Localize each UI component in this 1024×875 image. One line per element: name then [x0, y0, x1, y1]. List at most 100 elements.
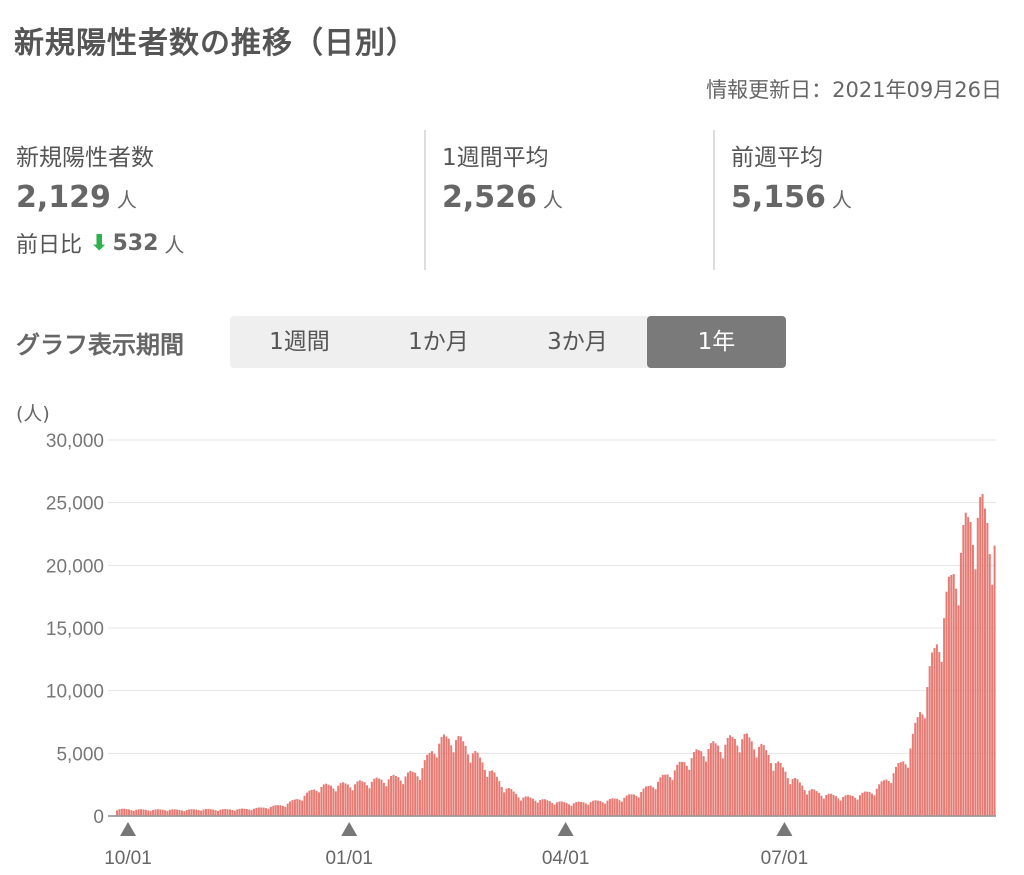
bar — [856, 799, 859, 816]
bar — [250, 810, 253, 816]
bar — [527, 796, 530, 816]
x-tick-label: 07/01 — [761, 848, 809, 869]
bar — [515, 793, 518, 816]
diff-label: 前日比 — [16, 233, 83, 258]
bar — [140, 809, 143, 816]
bar — [866, 791, 869, 816]
stat-previous-week-average: 前週平均 5,156 人 — [713, 130, 1021, 270]
bar — [565, 802, 568, 816]
bar — [676, 764, 679, 816]
bar — [558, 801, 561, 816]
bar — [644, 786, 647, 816]
bar — [878, 784, 881, 816]
bar — [616, 798, 619, 816]
bar — [161, 809, 164, 816]
bar — [505, 788, 508, 816]
tab-1-month[interactable]: 1か月 — [369, 316, 508, 368]
bar — [224, 808, 227, 816]
bar — [863, 791, 866, 816]
bar — [858, 795, 861, 816]
bar — [596, 800, 599, 816]
update-date: 情報更新日：2021年09月26日 — [706, 78, 1002, 102]
bar — [243, 808, 246, 816]
y-tick-label: 5,000 — [56, 744, 104, 765]
bar — [219, 809, 222, 816]
bar — [510, 789, 513, 816]
bar — [291, 800, 294, 816]
range-tabs: 1週間 1か月 3か月 1年 — [230, 316, 786, 368]
tab-3-months[interactable]: 3か月 — [508, 316, 647, 368]
bar — [517, 797, 520, 816]
bar — [382, 782, 385, 816]
bar — [378, 778, 381, 816]
bar — [697, 750, 700, 816]
y-axis-unit-label: (人) — [16, 403, 50, 425]
bar — [784, 771, 787, 816]
bar — [531, 798, 534, 816]
x-tick-marker-icon — [557, 822, 574, 836]
bar — [695, 749, 698, 816]
bar — [231, 810, 234, 816]
bar — [457, 735, 460, 816]
bar — [212, 809, 215, 816]
bar — [587, 804, 590, 816]
bar — [406, 772, 409, 816]
bar — [178, 809, 181, 816]
bar — [981, 493, 984, 816]
bar — [265, 808, 268, 816]
bar — [522, 797, 525, 816]
bar — [192, 809, 195, 816]
bar — [207, 808, 210, 816]
bar — [450, 745, 453, 816]
x-tick-label: 10/01 — [104, 848, 152, 869]
bar — [705, 761, 708, 816]
bar — [315, 790, 318, 816]
bar — [882, 780, 885, 816]
bar — [709, 743, 712, 816]
bar — [851, 795, 854, 816]
bar — [919, 712, 922, 816]
bar — [147, 810, 150, 816]
bar — [837, 798, 840, 816]
bar — [681, 761, 684, 816]
bar — [825, 795, 828, 816]
bar — [503, 792, 506, 816]
bar — [418, 780, 421, 816]
daily-cases-chart: (人) 0 5,000 10,000 15,000 20,000 25,000 30,000 1… — [16, 403, 996, 869]
bar — [411, 771, 414, 816]
bar — [620, 801, 623, 816]
bar — [760, 743, 763, 816]
bar — [462, 741, 465, 816]
bar — [890, 783, 893, 816]
stat-label: 前週平均 — [731, 145, 823, 171]
bar — [827, 793, 830, 816]
bar — [748, 737, 751, 816]
bar — [185, 810, 188, 816]
bar — [123, 808, 126, 816]
bar — [849, 795, 852, 816]
bar — [534, 800, 537, 816]
bar — [750, 741, 753, 816]
bar — [397, 777, 400, 816]
bar — [358, 780, 361, 816]
bar — [935, 644, 938, 816]
bar — [188, 809, 191, 816]
bar — [669, 777, 672, 816]
bar — [556, 802, 558, 816]
tab-1-year[interactable]: 1年 — [647, 316, 786, 368]
x-tick-label: 04/01 — [542, 848, 590, 869]
bar — [736, 745, 739, 816]
stat-label: 新規陽性者数 — [16, 145, 154, 171]
bar — [601, 802, 604, 816]
tab-1-week[interactable]: 1週間 — [230, 316, 369, 368]
bar — [774, 763, 777, 816]
bar — [337, 785, 340, 816]
bar — [137, 809, 140, 816]
bar — [570, 805, 573, 816]
bar — [216, 810, 219, 816]
bar — [899, 762, 902, 816]
bar — [959, 552, 962, 816]
bar — [209, 809, 212, 816]
bar — [943, 618, 946, 816]
bar — [625, 795, 628, 816]
